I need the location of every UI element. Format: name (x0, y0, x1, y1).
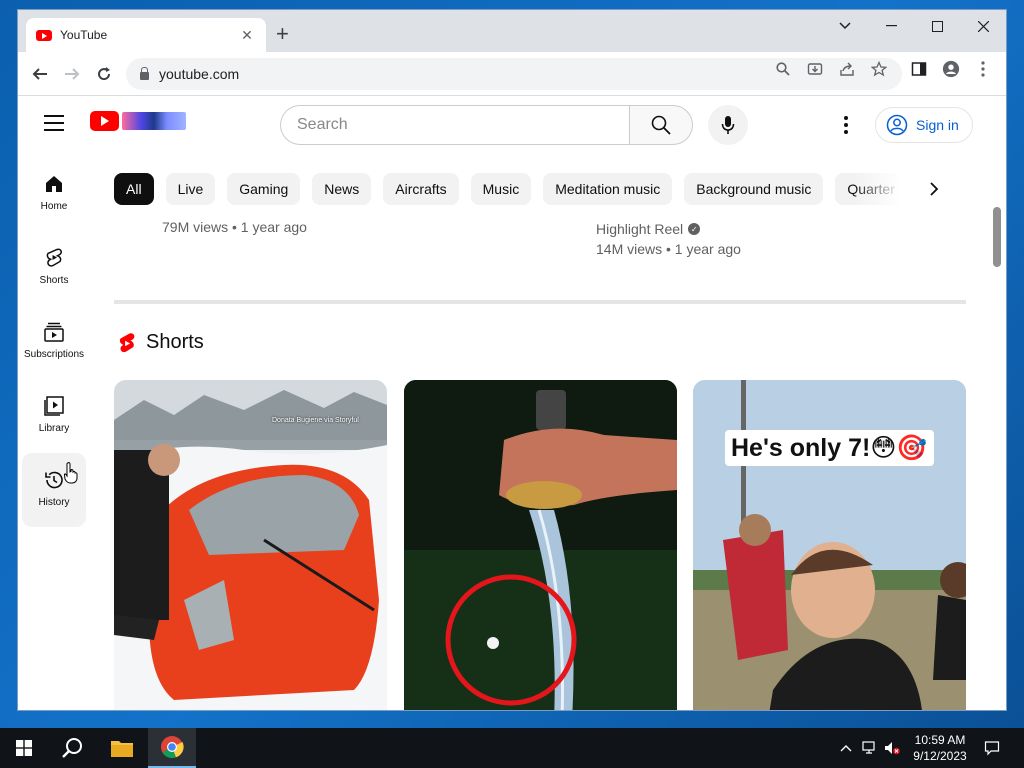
sidebar-label-history: History (38, 497, 70, 508)
library-icon (44, 396, 64, 416)
search-icon (651, 115, 671, 135)
guide-menu-icon[interactable] (44, 115, 64, 131)
sidebar-label-shorts: Shorts (39, 275, 69, 286)
short-card-3[interactable]: He's only 7!😳🎯 (693, 380, 966, 710)
search-field[interactable] (280, 105, 630, 145)
network-icon[interactable] (862, 740, 878, 756)
shorts-shelf-header: Shorts (116, 331, 204, 354)
shorts-logo-icon (119, 332, 135, 352)
tray-chevron-up-icon[interactable] (838, 740, 854, 756)
tab-search-chevron-icon[interactable] (822, 10, 868, 42)
sidebar-item-subscriptions[interactable]: Subscriptions (22, 305, 86, 379)
sidebar-item-library[interactable]: Library (22, 379, 86, 453)
shorts-icon (46, 248, 62, 267)
profile-avatar-icon[interactable] (942, 60, 960, 78)
share-icon[interactable] (838, 60, 856, 78)
video-right-channel[interactable]: Highlight Reel ✓ (596, 221, 701, 237)
tab-title: YouTube (60, 28, 108, 42)
minimize-button[interactable] (868, 10, 914, 42)
chrome-taskbar-button[interactable] (148, 728, 196, 768)
chip-all[interactable]: All (114, 173, 154, 205)
chip-meditation-music[interactable]: Meditation music (543, 173, 673, 205)
forward-arrow-icon[interactable] (60, 62, 84, 86)
browser-tab-youtube[interactable]: YouTube ✕ (26, 18, 266, 52)
search-input[interactable] (297, 116, 630, 134)
short-3-overlay-text: He's only 7!😳🎯 (725, 430, 934, 466)
short-1-overlay-text: Donata Bugiene via Storyful (272, 417, 359, 424)
verified-check-icon: ✓ (688, 223, 701, 235)
settings-kebab-icon[interactable] (836, 113, 856, 137)
file-explorer-button[interactable] (98, 728, 146, 768)
page-scrollbar-thumb[interactable] (993, 207, 1001, 267)
microphone-icon (721, 116, 735, 134)
lock-icon[interactable] (140, 66, 149, 80)
sidebar-label-home: Home (40, 201, 68, 212)
short-card-2[interactable] (404, 380, 677, 710)
folder-icon (111, 741, 133, 757)
sidebar-item-home[interactable]: Home (22, 157, 86, 231)
hand-cursor-icon (64, 462, 78, 484)
chrome-logo-icon (161, 736, 184, 759)
volume-muted-icon[interactable] (884, 740, 900, 756)
new-tab-button[interactable]: + (276, 23, 289, 45)
section-divider (114, 300, 966, 304)
youtube-header: Sign in (18, 97, 1006, 153)
chip-live[interactable]: Live (165, 173, 216, 205)
account-circle-icon (886, 114, 908, 136)
sidebar-label-subscriptions: Subscriptions (23, 349, 85, 360)
chips-next-chevron-icon[interactable] (922, 177, 946, 201)
browser-toolbar: youtube.com (18, 52, 1006, 96)
reload-icon[interactable] (92, 62, 116, 86)
short-thumbnail-sword (404, 380, 677, 710)
youtube-favicon-icon (36, 29, 52, 41)
zoom-search-icon[interactable] (774, 60, 792, 78)
bookmark-star-icon[interactable] (870, 60, 888, 78)
video-right-meta: 14M views • 1 year ago (596, 241, 741, 257)
chip-aircrafts[interactable]: Aircrafts (383, 173, 459, 205)
url-text: youtube.com (159, 66, 240, 82)
chip-background-music[interactable]: Background music (684, 173, 824, 205)
youtube-play-logo-icon (90, 111, 119, 131)
search-button[interactable] (629, 105, 693, 145)
subscriptions-icon (44, 322, 64, 342)
sidebar-label-library: Library (38, 423, 70, 434)
shorts-title: Shorts (146, 331, 204, 353)
chrome-menu-icon[interactable] (974, 60, 992, 78)
short-card-1[interactable]: Donata Bugiene via Storyful (114, 380, 387, 710)
tab-strip: YouTube ✕ + (18, 10, 1006, 52)
home-icon (46, 176, 62, 192)
chip-music[interactable]: Music (470, 173, 532, 205)
taskbar-search-icon (62, 738, 82, 758)
clock-date: 9/12/2023 (913, 749, 967, 763)
short-thumbnail-car-snow (114, 380, 387, 710)
youtube-logo[interactable] (90, 111, 186, 131)
voice-search-button[interactable] (708, 105, 748, 145)
redacted-logo-scribble (122, 112, 186, 130)
video-left-meta: 79M views • 1 year ago (162, 219, 307, 235)
browser-window: YouTube ✕ + youtube.com Search Sign in H… (18, 10, 1006, 710)
side-panel-icon[interactable] (910, 60, 928, 78)
sidebar-item-shorts[interactable]: Shorts (22, 231, 86, 305)
back-arrow-icon[interactable] (28, 62, 52, 86)
filter-chips-bar: All Live Gaming News Aircrafts Music Med… (114, 173, 928, 205)
start-button[interactable] (0, 728, 48, 768)
close-tab-icon[interactable]: ✕ (238, 27, 256, 44)
channel-name: Highlight Reel (596, 221, 684, 237)
taskbar-clock[interactable]: 10:59 AM 9/12/2023 (904, 732, 976, 764)
youtube-page: Sign in Home Shorts Subscriptions Librar… (18, 97, 1006, 710)
clock-time: 10:59 AM (914, 733, 966, 747)
windows-logo-icon (16, 740, 32, 756)
sign-in-label: Sign in (916, 117, 959, 133)
install-app-icon[interactable] (806, 60, 824, 78)
taskbar-search-button[interactable] (48, 728, 96, 768)
chip-news[interactable]: News (312, 173, 372, 205)
history-icon (45, 471, 63, 489)
chip-gaming[interactable]: Gaming (227, 173, 301, 205)
maximize-button[interactable] (914, 10, 960, 42)
sign-in-button[interactable]: Sign in (875, 107, 973, 143)
close-window-button[interactable] (960, 10, 1006, 42)
notification-center-icon[interactable] (984, 740, 1000, 756)
windows-taskbar: 10:59 AM 9/12/2023 (0, 728, 1024, 768)
